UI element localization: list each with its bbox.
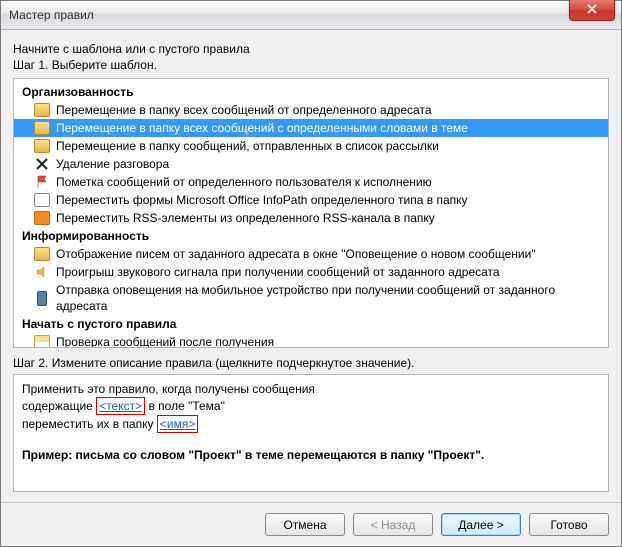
cancel-button[interactable]: Отмена [265,513,345,536]
template-label: Проигрыш звукового сигнала при получении… [56,264,500,280]
folder-move-icon [34,120,50,136]
delete-icon [34,156,50,172]
template-item[interactable]: Отображение писем от заданного адресата … [14,245,608,263]
template-item[interactable]: Перемещение в папку всех сообщений с опр… [14,119,608,137]
close-button[interactable] [569,0,615,21]
window-title: Мастер правил [9,8,94,22]
rule-description: Применить это правило, когда получены со… [13,374,609,492]
template-item[interactable]: Отправка оповещения на мобильное устройс… [14,281,608,315]
finish-button[interactable]: Готово [529,513,609,536]
template-item[interactable]: Перемещение в папку сообщений, отправлен… [14,137,608,155]
folder-move-icon [34,138,50,154]
next-button[interactable]: Далее > [441,513,521,536]
desc-line1: Применить это правило, когда получены со… [22,381,600,397]
rss-icon [34,210,50,226]
alert-icon [34,246,50,262]
template-item[interactable]: Проверка сообщений после получения [14,333,608,348]
step2-label: Шаг 2. Измените описание правила (щелкни… [13,356,609,370]
desc-line3: переместить их в папку <имя> [22,415,600,433]
template-list[interactable]: Организованность Перемещение в папку все… [13,78,609,348]
template-label: Отображение писем от заданного адресата … [56,246,536,262]
desc-line2: содержащие <текст> в поле "Тема" [22,397,600,415]
template-label: Перемещение в папку всех сообщений с опр… [56,120,468,136]
rules-wizard-window: Мастер правил Начните с шаблона или с пу… [0,0,622,547]
intro-line1: Начните с шаблона или с пустого правила [13,42,609,56]
template-item[interactable]: Переместить формы Microsoft Office InfoP… [14,191,608,209]
template-label: Перемещение в папку сообщений, отправлен… [56,138,439,154]
template-label: Удаление разговора [56,156,169,172]
group-header-info: Информированность [14,227,608,245]
group-header-blank: Начать с пустого правила [14,315,608,333]
dialog-footer: Отмена < Назад Далее > Готово [1,502,621,546]
template-item[interactable]: Удаление разговора [14,155,608,173]
flag-icon [34,174,50,190]
sound-icon [34,264,50,280]
template-item[interactable]: Пометка сообщений от определенного польз… [14,173,608,191]
template-label: Переместить формы Microsoft Office InfoP… [56,192,468,208]
back-button[interactable]: < Назад [353,513,433,536]
form-icon [34,192,50,208]
mobile-icon [34,290,50,306]
template-label: Переместить RSS-элементы из определенног… [56,210,435,226]
desc-example: Пример: письма со словом "Проект" в теме… [22,447,600,463]
close-icon [587,3,597,17]
template-item[interactable]: Проигрыш звукового сигнала при получении… [14,263,608,281]
template-label: Пометка сообщений от определенного польз… [56,174,432,190]
template-label: Проверка сообщений после получения [56,334,274,348]
placeholder-folder-link[interactable]: <имя> [160,417,195,431]
intro-line2: Шаг 1. Выберите шаблон. [13,58,609,72]
template-item[interactable]: Перемещение в папку всех сообщений от оп… [14,101,608,119]
titlebar: Мастер правил [1,1,621,30]
dialog-body: Начните с шаблона или с пустого правила … [1,30,621,502]
placeholder-text-link[interactable]: <текст> [99,399,142,413]
template-label: Отправка оповещения на мобильное устройс… [56,282,600,314]
group-header-org: Организованность [14,83,608,101]
folder-move-icon [34,102,50,118]
template-item[interactable]: Переместить RSS-элементы из определенног… [14,209,608,227]
mail-in-icon [34,334,50,348]
template-label: Перемещение в папку всех сообщений от оп… [56,102,432,118]
